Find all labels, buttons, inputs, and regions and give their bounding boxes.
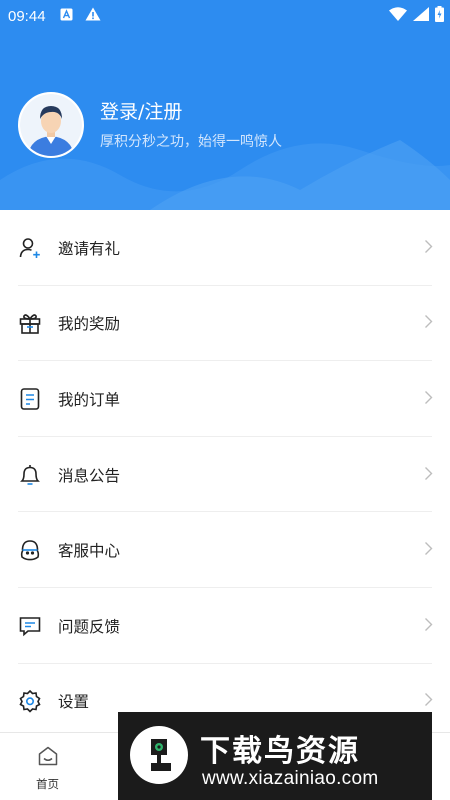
menu-item-notices[interactable]: 消息公告 <box>0 437 450 513</box>
gift-icon <box>18 311 42 335</box>
status-time: 09:44 <box>8 7 46 25</box>
watermark-url: www.xiazainiao.com <box>202 768 379 789</box>
watermark-banner: 下载鸟资源 www.xiazainiao.com <box>118 712 432 800</box>
status-bar: 09:44 <box>0 0 450 32</box>
menu-item-rewards[interactable]: 我的奖励 <box>0 286 450 362</box>
login-register-title[interactable]: 登录/注册 <box>100 99 282 125</box>
menu-list: 邀请有礼 我的奖励 我的订单 消息公告 客服中心 问题反馈 设置 <box>0 210 450 739</box>
chevron-right-icon <box>424 616 433 635</box>
headset-icon <box>18 538 42 562</box>
battery-icon <box>435 6 444 26</box>
feedback-icon <box>18 614 42 638</box>
menu-label: 我的订单 <box>58 390 121 409</box>
signal-icon <box>413 7 429 25</box>
menu-label: 问题反馈 <box>58 617 121 636</box>
avatar[interactable] <box>18 92 84 158</box>
app-notification-icon <box>60 7 73 25</box>
menu-item-invite[interactable]: 邀请有礼 <box>0 210 450 286</box>
tab-home-label: 首页 <box>36 777 59 791</box>
chevron-right-icon <box>424 314 433 333</box>
menu-label: 客服中心 <box>58 542 121 561</box>
menu-item-orders[interactable]: 我的订单 <box>0 361 450 437</box>
profile-slogan: 厚积分秒之功，始得一鸣惊人 <box>100 134 282 150</box>
user-plus-icon <box>18 236 42 260</box>
watermark-title: 下载鸟资源 <box>200 734 360 769</box>
warning-icon <box>85 7 101 25</box>
chevron-right-icon <box>424 389 433 408</box>
menu-label: 设置 <box>58 693 90 712</box>
profile-header: 09:44 登录/注册 厚积分秒之功，始得一鸣惊人 <box>0 0 450 210</box>
chevron-right-icon <box>424 692 433 711</box>
watermark-logo <box>130 726 188 784</box>
bell-icon <box>18 463 42 487</box>
menu-item-customer-service[interactable]: 客服中心 <box>0 512 450 588</box>
chevron-right-icon <box>424 465 433 484</box>
menu-label: 我的奖励 <box>58 315 121 334</box>
gear-icon <box>18 689 42 713</box>
login-profile[interactable]: 登录/注册 厚积分秒之功，始得一鸣惊人 <box>18 92 282 158</box>
wifi-icon <box>389 7 407 25</box>
chevron-right-icon <box>424 238 433 257</box>
home-icon <box>37 745 59 771</box>
menu-label: 消息公告 <box>58 466 121 485</box>
order-icon <box>18 387 42 411</box>
tab-home[interactable]: 首页 <box>36 745 59 792</box>
chevron-right-icon <box>424 541 433 560</box>
menu-label: 邀请有礼 <box>58 239 121 258</box>
menu-item-feedback[interactable]: 问题反馈 <box>0 588 450 664</box>
